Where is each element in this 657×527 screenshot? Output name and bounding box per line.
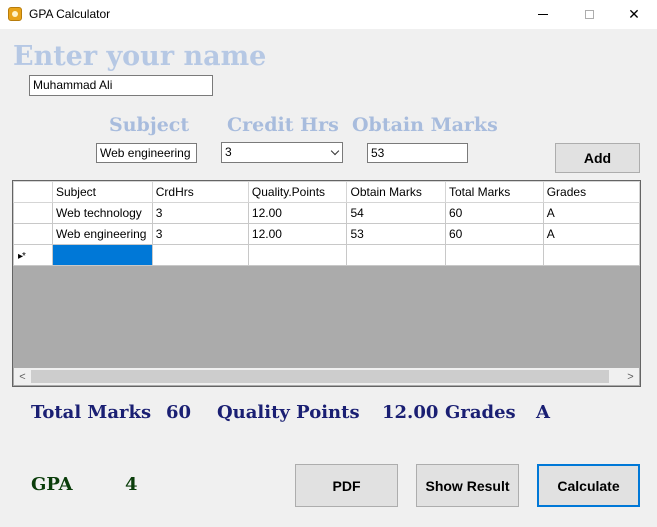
name-heading: Enter your name	[13, 41, 267, 72]
subject-label: Subject	[109, 114, 190, 136]
grid-header-row: Subject CrdHrs Quality.Points Obtain Mar…	[13, 181, 640, 203]
app-icon	[8, 7, 22, 21]
grid-cell[interactable]	[542, 244, 640, 266]
total-marks-value: 60	[166, 402, 192, 423]
column-header-crdhrs[interactable]: CrdHrs	[151, 181, 249, 203]
row-header[interactable]	[13, 223, 53, 245]
obtain-marks-label: Obtain Marks	[352, 114, 498, 136]
chevron-down-icon	[330, 146, 340, 156]
quality-points-label: Quality Points	[217, 402, 360, 423]
new-row-icon: ▸*	[18, 251, 26, 262]
scroll-right-icon[interactable]: >	[622, 368, 639, 385]
total-marks-label: Total Marks	[31, 402, 152, 423]
close-button[interactable]: ✕	[611, 0, 657, 29]
table-row: Web engineering 3 12.00 53 60 A	[13, 223, 640, 245]
grid-cell[interactable]: 12.00	[247, 223, 348, 245]
credit-hrs-value: 3	[225, 145, 232, 159]
show-result-button[interactable]: Show Result	[416, 464, 519, 507]
grid-cell[interactable]: 60	[444, 223, 544, 245]
grid-cell[interactable]: Web engineering	[51, 223, 153, 245]
close-icon: ✕	[628, 6, 640, 22]
column-header-obtain-marks[interactable]: Obtain Marks	[346, 181, 446, 203]
name-input[interactable]: Muhammad Ali	[29, 75, 213, 96]
table-row: Web technology 3 12.00 54 60 A	[13, 202, 640, 224]
horizontal-scrollbar[interactable]: < >	[14, 368, 639, 385]
maximize-button[interactable]	[566, 0, 612, 29]
pdf-button[interactable]: PDF	[295, 464, 398, 507]
minimize-button[interactable]	[520, 0, 566, 29]
window-title: GPA Calculator	[29, 7, 111, 21]
grid-cell[interactable]: A	[542, 223, 640, 245]
row-header-corner	[13, 181, 53, 203]
add-button[interactable]: Add	[555, 143, 640, 173]
grid-cell[interactable]: 12.00	[247, 202, 348, 224]
grid-cell[interactable]: 53	[346, 223, 446, 245]
column-header-quality-points[interactable]: Quality.Points	[247, 181, 348, 203]
scrollbar-thumb[interactable]	[31, 370, 609, 383]
column-header-subject[interactable]: Subject	[51, 181, 153, 203]
grid-cell[interactable]: 3	[151, 202, 249, 224]
grid-cell[interactable]	[151, 244, 249, 266]
column-header-total-marks[interactable]: Total Marks	[444, 181, 544, 203]
subject-input[interactable]: Web engineering	[96, 143, 197, 163]
grades-value: A	[536, 402, 550, 423]
gpa-value: 4	[125, 474, 138, 495]
grid-cell[interactable]: A	[542, 202, 640, 224]
grid-table: Subject CrdHrs Quality.Points Obtain Mar…	[13, 181, 640, 266]
minimize-icon	[538, 14, 548, 15]
row-header[interactable]	[13, 202, 53, 224]
title-bar: GPA Calculator ✕	[0, 0, 657, 29]
new-row-header[interactable]: ▸*	[13, 244, 53, 266]
column-header-grades[interactable]: Grades	[542, 181, 640, 203]
grid-cell[interactable]	[346, 244, 446, 266]
credit-hrs-select[interactable]: 3	[221, 142, 343, 163]
grid-cell[interactable]: 54	[346, 202, 446, 224]
calculate-button[interactable]: Calculate	[537, 464, 640, 507]
grid-cell[interactable]: 60	[444, 202, 544, 224]
obtain-marks-input[interactable]: 53	[367, 143, 468, 163]
new-row: ▸*	[13, 244, 640, 266]
credit-hrs-label: Credit Hrs	[227, 114, 339, 136]
selected-grid-cell[interactable]	[51, 244, 153, 266]
gpa-label: GPA	[31, 474, 73, 495]
maximize-icon	[584, 10, 594, 19]
grid-cell[interactable]: Web technology	[51, 202, 153, 224]
subjects-grid[interactable]: Subject CrdHrs Quality.Points Obtain Mar…	[12, 180, 641, 387]
grid-cell[interactable]	[247, 244, 348, 266]
quality-points-value: 12.00	[382, 402, 439, 423]
scroll-left-icon[interactable]: <	[14, 368, 31, 385]
grid-cell[interactable]: 3	[151, 223, 249, 245]
grid-cell[interactable]	[444, 244, 544, 266]
grades-label: Grades	[445, 402, 516, 423]
